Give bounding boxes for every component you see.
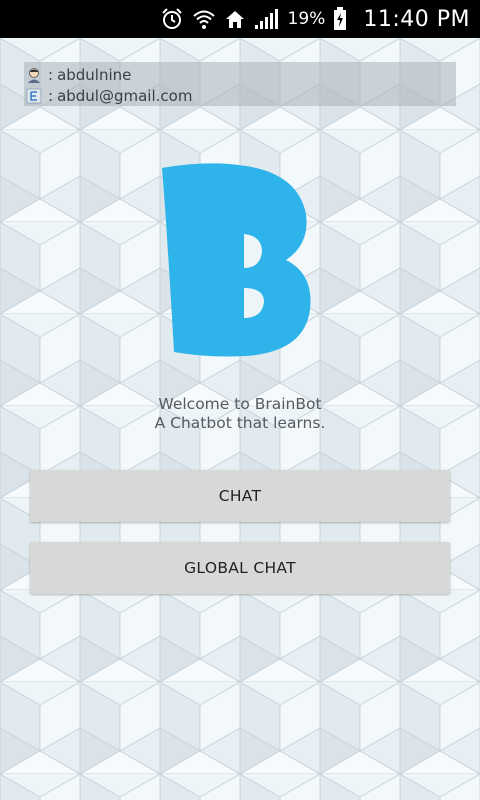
email-row: : abdul@gmail.com [26, 85, 456, 106]
alarm-icon [160, 7, 184, 31]
status-time: 11:40 PM [363, 6, 470, 32]
username-row: : abdulnine [26, 64, 456, 85]
email-prefix: : [48, 86, 54, 105]
brainbot-logo [158, 162, 320, 358]
email-text: abdul@gmail.com [57, 86, 193, 105]
profile-info-box: : abdulnine : abdul@gmail.com [24, 62, 456, 106]
welcome-line-1: Welcome to BrainBot [158, 395, 322, 413]
username-text: abdulnine [57, 65, 132, 84]
user-avatar-icon [26, 67, 42, 83]
welcome-text: Welcome to BrainBot A Chatbot that learn… [0, 395, 480, 433]
battery-charging-icon [333, 7, 347, 31]
email-icon [26, 88, 42, 104]
status-bar: 19% 11:40 PM [0, 0, 480, 38]
chat-button[interactable]: CHAT [30, 470, 450, 522]
welcome-line-2: A Chatbot that learns. [154, 414, 326, 432]
username-prefix: : [48, 65, 54, 84]
home-icon [224, 8, 246, 30]
battery-percent: 19% [287, 9, 326, 29]
wifi-icon [192, 7, 216, 31]
global-chat-button[interactable]: GLOBAL CHAT [30, 542, 450, 594]
signal-icon [254, 8, 280, 30]
